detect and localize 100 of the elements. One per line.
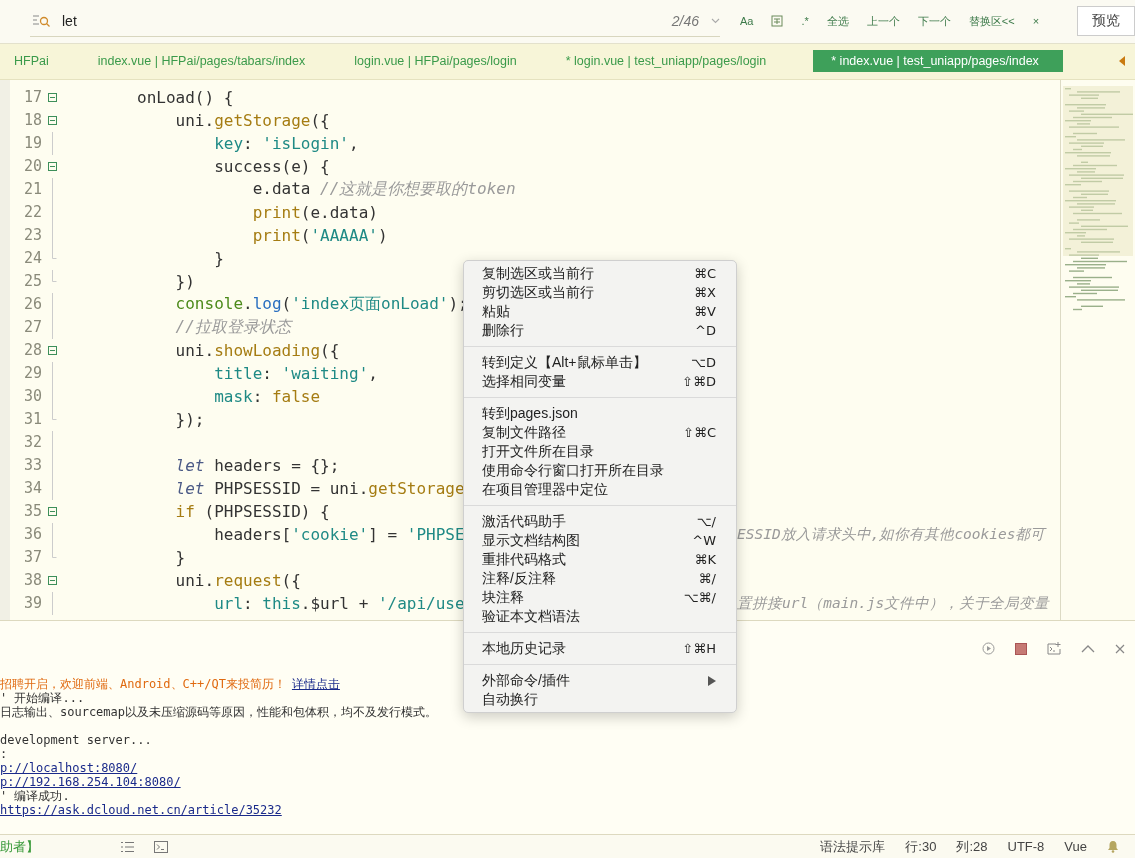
- menu-item[interactable]: 粘贴 ⌘V: [464, 302, 736, 321]
- fold-icon[interactable]: [48, 161, 57, 171]
- line-number: 17: [22, 88, 42, 107]
- fold-guide: [52, 522, 53, 546]
- menu-item[interactable]: 块注释 ⌥⌘/: [464, 588, 736, 607]
- fold-icon[interactable]: [48, 506, 57, 516]
- status-item[interactable]: Vue: [1064, 839, 1087, 855]
- line-number: 24: [22, 249, 42, 268]
- fold-guide: [52, 591, 53, 615]
- fold-end-guide: [52, 545, 57, 558]
- console-link[interactable]: p://localhost:8080/: [0, 760, 138, 775]
- console-line: ' 开始编译...: [0, 690, 85, 705]
- search-option[interactable]: 替换区<<: [968, 13, 1015, 29]
- console-line: 日志输出、sourcemap以及未压缩源码等原因，性能和包体积，均不及发行模式。: [0, 704, 438, 719]
- console-line: development server...: [0, 732, 152, 747]
- code-comment: ESSID放入请求头中,如你有其他cookies都可: [737, 524, 1046, 544]
- menu-item[interactable]: 显示文档结构图 ^W: [464, 531, 736, 550]
- fold-icon[interactable]: [48, 575, 57, 585]
- line-number: 23: [22, 226, 42, 245]
- code-line: e.data //这就是你想要取的token: [251, 178, 516, 198]
- bell-icon[interactable]: [1107, 840, 1119, 854]
- line-number: 22: [22, 203, 42, 222]
- console-message: 招聘开启，欢迎前端、Android、C++/QT来投简历！ 详情点击: [0, 676, 340, 691]
- fold-end-guide: [52, 407, 57, 420]
- line-number: 34: [22, 479, 42, 498]
- replay-icon[interactable]: [982, 642, 995, 656]
- preview-button[interactable]: 预览: [1077, 6, 1135, 37]
- menu-item[interactable]: 复制选区或当前行 ⌘C: [464, 264, 736, 283]
- fold-end-guide: [52, 246, 57, 259]
- line-number: 33: [22, 456, 42, 475]
- code-line: url: this.$url + '/api/use: [213, 593, 465, 613]
- line-number: 29: [22, 364, 42, 383]
- fold-guide: [52, 131, 53, 155]
- status-item[interactable]: UTF-8: [1007, 839, 1045, 855]
- search-option[interactable]: 下一个: [917, 13, 951, 29]
- menu-item[interactable]: 在项目管理器中定位: [464, 480, 736, 499]
- code-line: print(e.data): [251, 202, 378, 222]
- match-count: 2/46: [671, 12, 699, 29]
- menu-item[interactable]: 外部命令/插件: [464, 671, 736, 690]
- code-comment: 置拼接url（main.js文件中），关于全局变量: [737, 593, 1050, 613]
- fold-icon[interactable]: [48, 92, 57, 102]
- search-option[interactable]: ×: [1032, 15, 1040, 28]
- code-line: }): [174, 271, 195, 291]
- menu-item[interactable]: 转到定义【Alt+鼠标单击】 ⌥D: [464, 353, 736, 372]
- status-text: 助者】: [0, 837, 39, 856]
- menu-item[interactable]: 转到pages.json: [464, 404, 736, 423]
- line-number: 26: [22, 295, 42, 314]
- menu-item[interactable]: 重排代码格式 ⌘K: [464, 550, 736, 569]
- search-option[interactable]: 上一个: [866, 13, 900, 29]
- stop-icon[interactable]: [1015, 642, 1027, 655]
- code-line: let PHPSESSID = uni.getStorage: [174, 478, 465, 498]
- menu-item[interactable]: 本地历史记录 ⇧⌘H: [464, 639, 736, 658]
- search-icon[interactable]: [32, 13, 52, 28]
- menu-item[interactable]: 删除行 ^D: [464, 321, 736, 340]
- menu-item[interactable]: 使用命令行窗口打开所在目录: [464, 461, 736, 480]
- search-option[interactable]: Aa: [740, 15, 754, 28]
- status-item[interactable]: 行:30: [905, 837, 937, 856]
- menu-item[interactable]: 自动换行: [464, 690, 736, 709]
- close-icon[interactable]: [1115, 643, 1125, 654]
- details-link[interactable]: 详情点击: [291, 676, 340, 691]
- line-number: 25: [22, 272, 42, 291]
- line-number: 28: [22, 341, 42, 360]
- menu-item[interactable]: 打开文件所在目录: [464, 442, 736, 461]
- search-option[interactable]: .*: [801, 15, 809, 28]
- code-line: }: [213, 248, 224, 268]
- status-item[interactable]: 语法提示库: [820, 837, 886, 856]
- terminal-icon[interactable]: [1047, 642, 1061, 656]
- status-item[interactable]: 列:28: [956, 837, 988, 856]
- menu-item[interactable]: 验证本文档语法: [464, 607, 736, 626]
- code-line: headers['cookie'] = 'PHPSE: [213, 524, 465, 544]
- chevron-down-icon[interactable]: [711, 17, 720, 24]
- search-option[interactable]: 全选: [826, 13, 849, 29]
- code-line: //拉取登录状态: [174, 316, 291, 336]
- line-number: 32: [22, 433, 42, 452]
- line-number: 19: [22, 134, 42, 153]
- fold-icon[interactable]: [48, 345, 57, 355]
- fold-icon[interactable]: [48, 115, 57, 125]
- code-line: }: [174, 547, 186, 567]
- arrow-left-icon[interactable]: [1119, 56, 1125, 67]
- line-number: 37: [22, 548, 42, 567]
- search-field[interactable]: let: [58, 12, 666, 29]
- list-icon[interactable]: [121, 840, 134, 853]
- menu-item[interactable]: 剪切选区或当前行 ⌘X: [464, 283, 736, 302]
- terminal-icon[interactable]: [154, 840, 168, 853]
- line-number: 39: [22, 594, 42, 613]
- whole-word-icon[interactable]: [771, 15, 784, 28]
- console-link[interactable]: p://192.168.254.104:8080/: [0, 774, 181, 789]
- menu-item[interactable]: 复制文件路径 ⇧⌘C: [464, 423, 736, 442]
- line-number: 18: [22, 111, 42, 130]
- menu-item[interactable]: 注释/反注释 ⌘/: [464, 569, 736, 588]
- menu-item[interactable]: 选择相同变量 ⇧⌘D: [464, 372, 736, 391]
- line-number: 31: [22, 410, 42, 429]
- menu-item[interactable]: 激活代码助手 ⌥/: [464, 512, 736, 531]
- line-number: 30: [22, 387, 42, 406]
- line-number: 36: [22, 525, 42, 544]
- code-line: uni.request({: [174, 570, 301, 590]
- code-line: uni.showLoading({: [174, 340, 340, 360]
- console-link[interactable]: https://ask.dcloud.net.cn/article/35232: [0, 802, 282, 817]
- chevron-up-icon[interactable]: [1081, 644, 1095, 653]
- code-line: success(e) {: [213, 156, 330, 176]
